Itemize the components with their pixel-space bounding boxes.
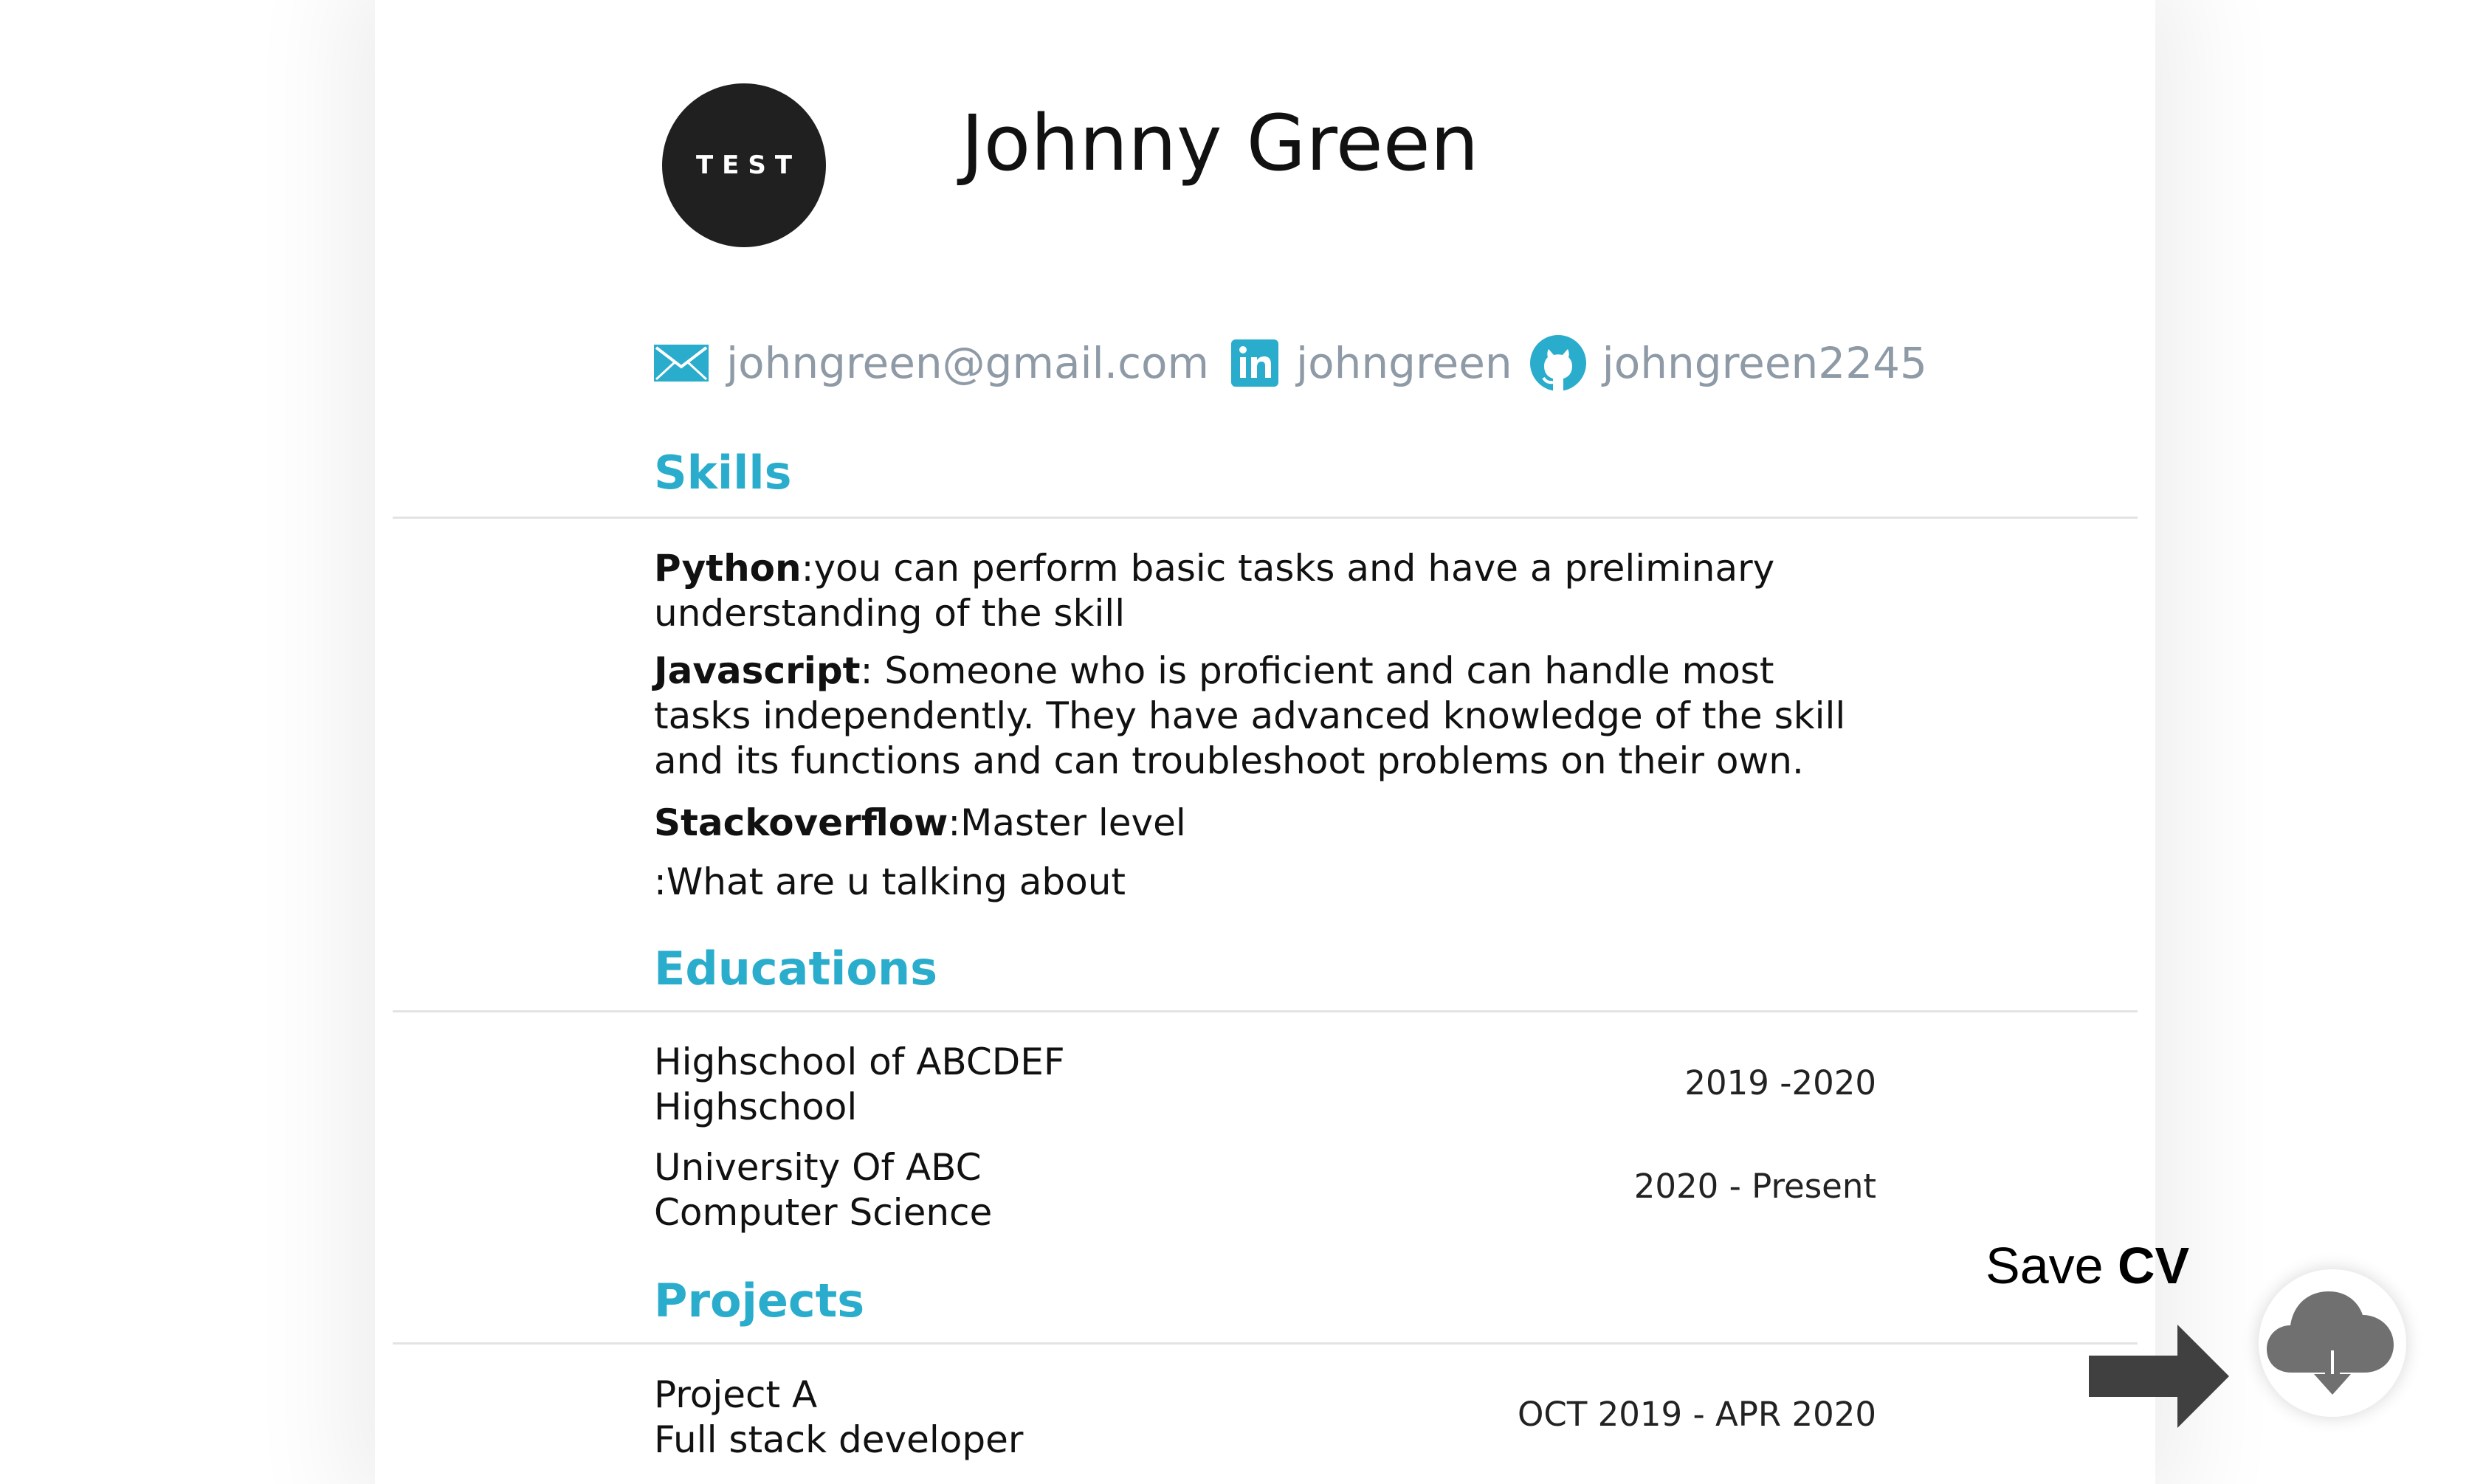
skill-desc: : Someone who is proficient and can hand… [860, 649, 1774, 692]
project-dates: OCT 2019 - APR 2020 [1517, 1395, 1876, 1434]
skill-name: Javascript [654, 649, 861, 692]
education-item: University Of ABC Computer Science [654, 1145, 992, 1235]
linkedin-text: johngreen [1296, 338, 1512, 388]
person-name: Johnny Green [961, 98, 1479, 188]
linkedin-contact[interactable]: johngreen [1231, 338, 1512, 388]
skill-javascript: Javascript: Someone who is proficient an… [654, 649, 1845, 784]
save-label-bold: CV [2118, 1237, 2190, 1294]
education-school: University Of ABC [654, 1146, 982, 1189]
divider [393, 1342, 2138, 1345]
github-contact[interactable]: johngreen2245 [1529, 334, 1927, 393]
skill-name: Python [654, 547, 802, 590]
linkedin-icon [1231, 339, 1279, 387]
cloud-download-icon [2262, 1283, 2403, 1404]
project-name: Project A [654, 1373, 818, 1416]
education-school: Highschool of ABCDEF [654, 1040, 1065, 1083]
avatar-text: TEST [695, 151, 802, 180]
education-item: Highschool of ABCDEF Highschool [654, 1040, 1065, 1130]
github-text: johngreen2245 [1602, 338, 1927, 388]
divider [393, 517, 2138, 519]
skill-name: Stackoverflow [654, 801, 948, 844]
divider [393, 1010, 2138, 1012]
skill-desc: tasks independently. They have advanced … [654, 694, 1846, 737]
skill-python: Python:you can perform basic tasks and h… [654, 546, 1774, 636]
skill-stackoverflow: Stackoverflow:Master level [654, 801, 1186, 846]
education-dates: 2020 - Present [1633, 1167, 1876, 1206]
skills-heading: Skills [654, 446, 792, 500]
github-icon [1529, 334, 1588, 393]
projects-heading: Projects [654, 1274, 865, 1328]
skill-desc: :Master level [948, 801, 1186, 844]
save-cv-label: Save CV [1986, 1240, 2189, 1291]
email-contact[interactable]: johngreen@gmail.com [654, 338, 1209, 388]
skill-unnamed: :What are u talking about [654, 860, 1126, 905]
avatar: TEST [662, 83, 826, 247]
arrow-right-icon [2089, 1325, 2229, 1431]
education-degree: Highschool [654, 1086, 858, 1128]
project-role: Full stack developer [654, 1418, 1024, 1461]
education-degree: Computer Science [654, 1191, 993, 1234]
skill-desc: and its functions and can troubleshoot p… [654, 739, 1804, 782]
educations-heading: Educations [654, 942, 937, 995]
skill-desc: :What are u talking about [654, 860, 1126, 903]
mail-icon [654, 345, 709, 382]
email-text: johngreen@gmail.com [726, 338, 1210, 388]
project-item: Project A Full stack developer [654, 1373, 1023, 1463]
skill-desc: understanding of the skill [654, 592, 1126, 635]
save-label-prefix: Save [1986, 1237, 2118, 1294]
save-cv-button[interactable] [2259, 1269, 2406, 1417]
education-dates: 2019 -2020 [1684, 1063, 1876, 1102]
skill-desc: :you can perform basic tasks and have a … [801, 547, 1775, 590]
contact-bar: johngreen@gmail.com johngreen johngreen2… [654, 334, 1927, 393]
